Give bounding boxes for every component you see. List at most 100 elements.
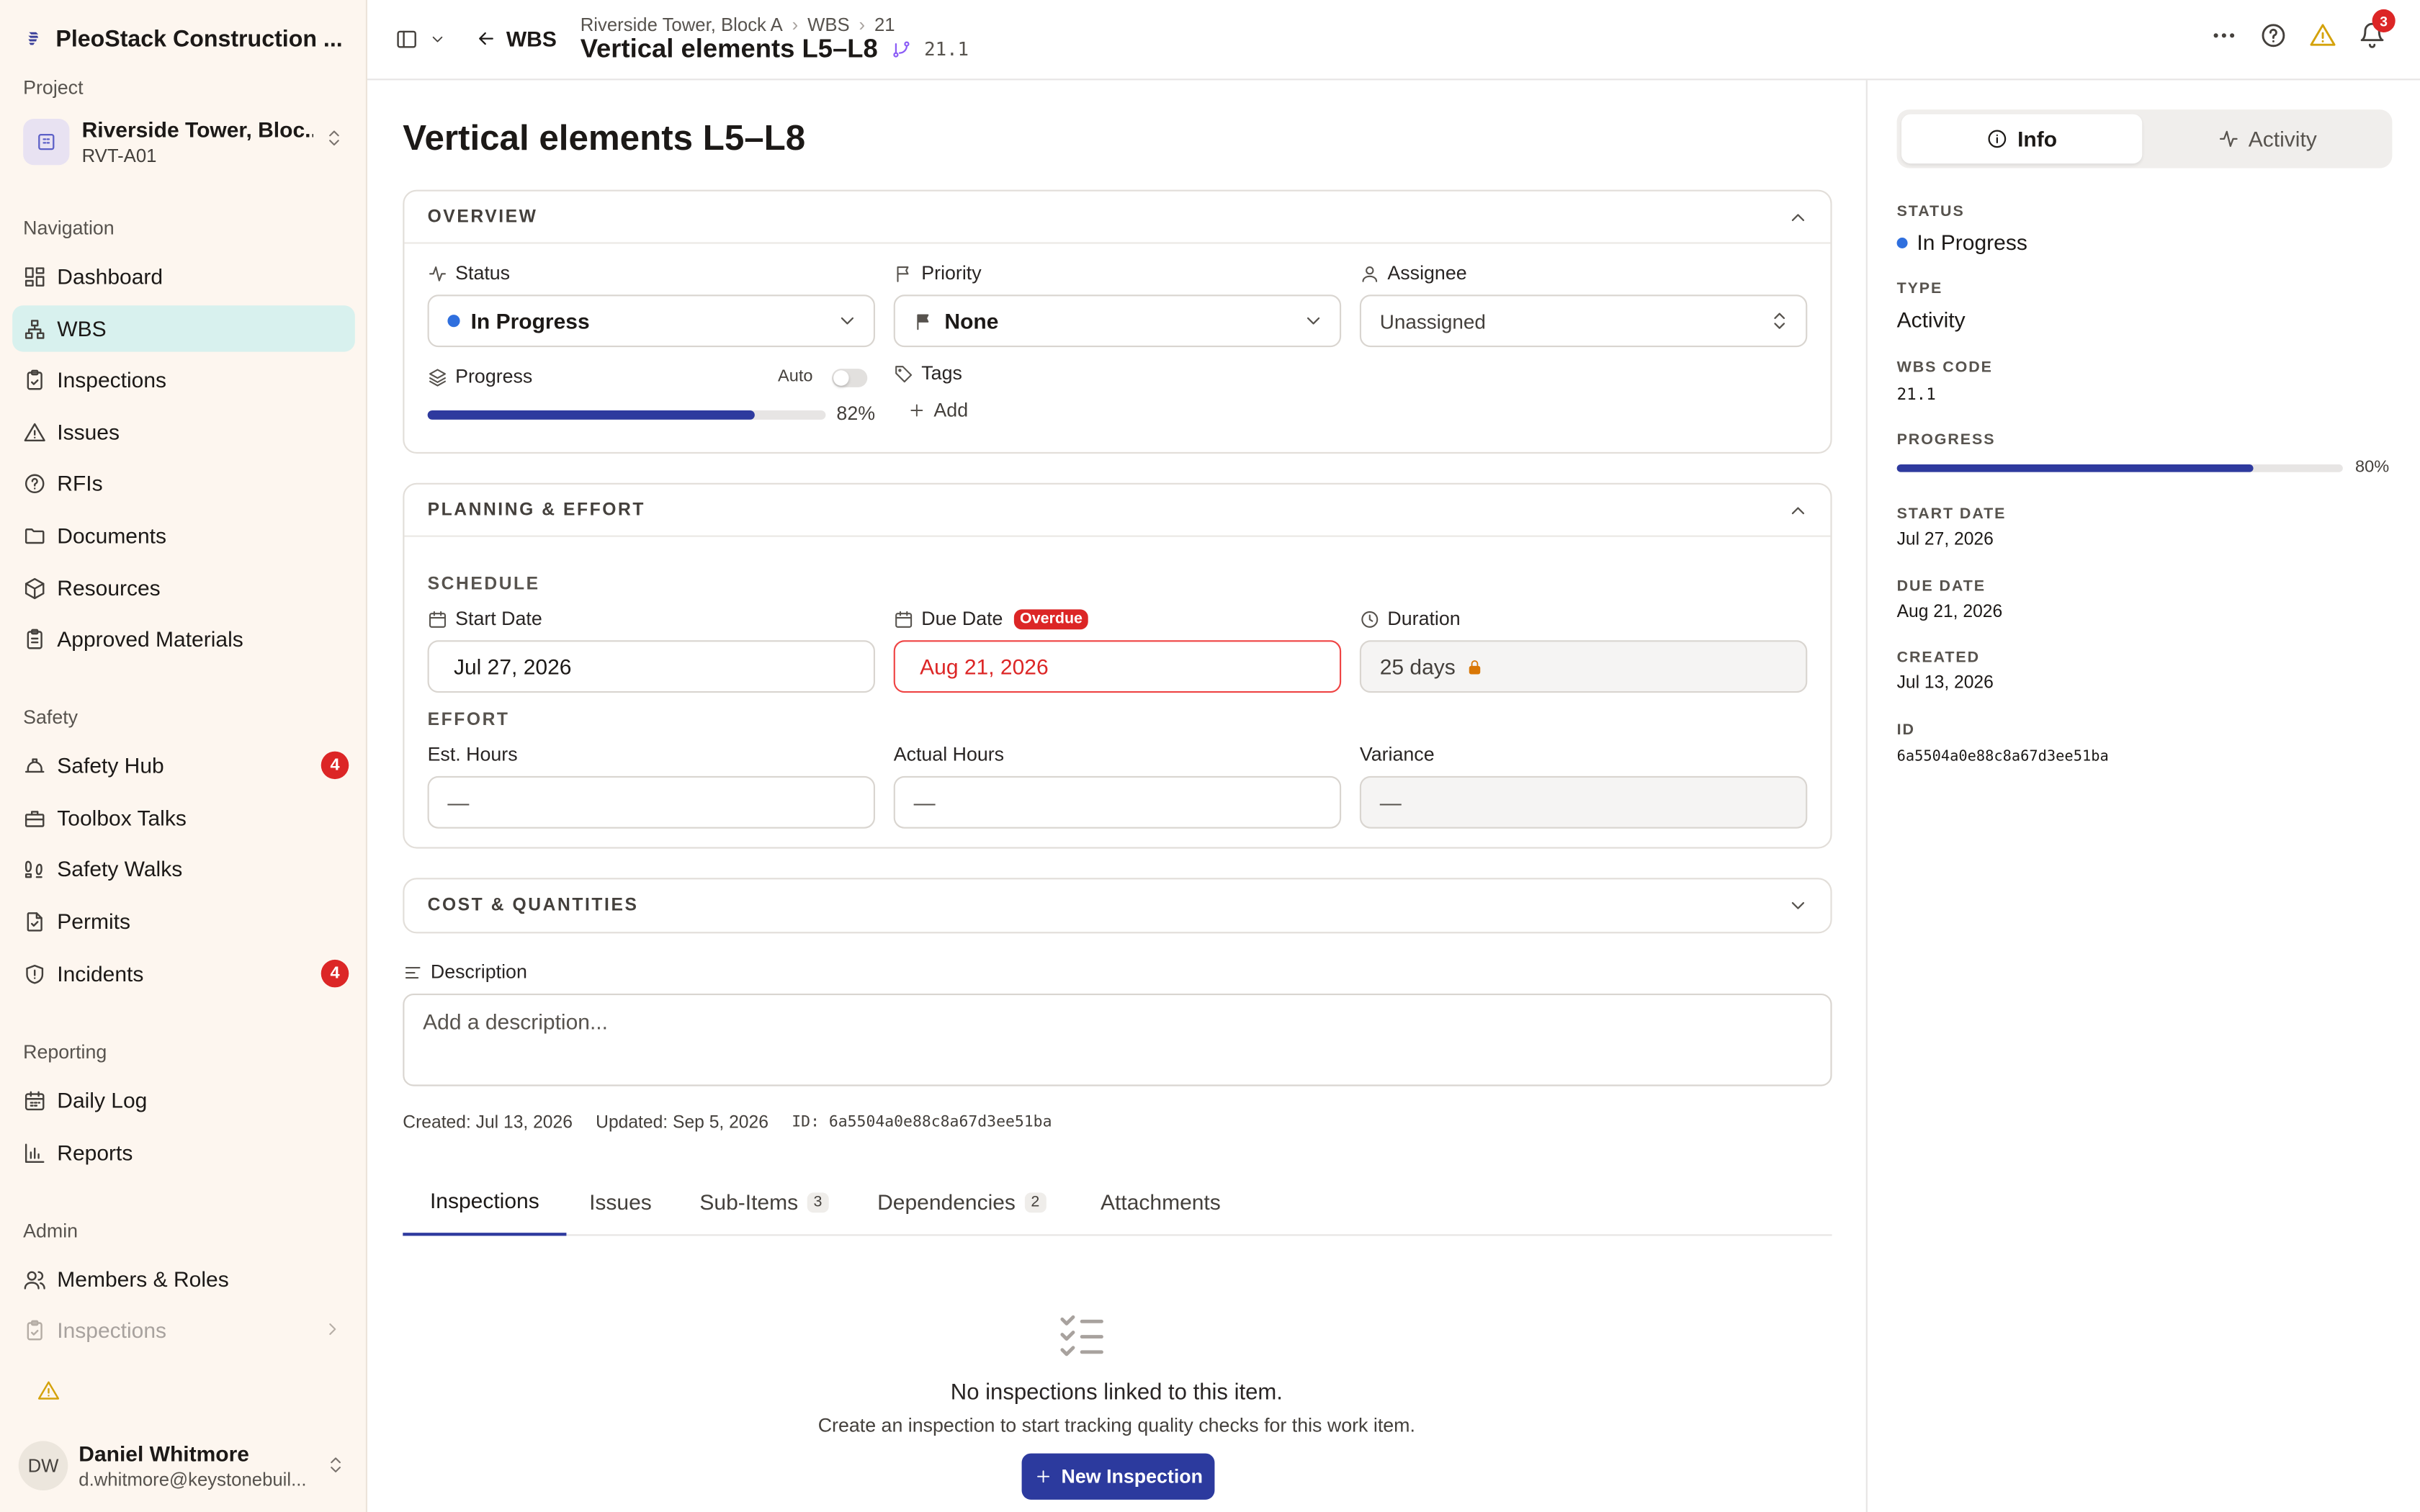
progress-label: Progress bbox=[428, 366, 532, 387]
org-switcher[interactable]: PleoStack Construction ... bbox=[26, 22, 343, 55]
est-hours-label: Est. Hours bbox=[427, 743, 518, 765]
activity-icon bbox=[429, 265, 446, 281]
sidebar-item-safety-hub[interactable]: Safety Hub 4 bbox=[12, 742, 355, 788]
description-input[interactable]: Add a description... bbox=[403, 994, 1832, 1086]
est-hours-input[interactable]: — bbox=[427, 775, 875, 829]
sidebar-item-inspections[interactable]: Inspections bbox=[12, 356, 355, 402]
logo-icon bbox=[28, 32, 39, 45]
new-inspection-button[interactable]: New Inspection bbox=[1021, 1453, 1215, 1500]
due-date-input[interactable]: Aug 21, 2026 bbox=[893, 640, 1342, 693]
planning-header[interactable]: PLANNING & EFFORT bbox=[404, 485, 1831, 537]
actual-hours-input[interactable]: — bbox=[893, 775, 1342, 829]
shield-alert-icon bbox=[26, 963, 44, 984]
progress-bar[interactable] bbox=[427, 410, 826, 420]
overview-header[interactable]: OVERVIEW bbox=[404, 192, 1831, 244]
auto-progress-label: Auto bbox=[778, 366, 813, 386]
assignee-select[interactable]: Unassigned bbox=[1359, 294, 1808, 348]
variance-label: Variance bbox=[1359, 743, 1435, 765]
sidebar-item-documents[interactable]: Documents bbox=[12, 512, 355, 558]
tab-sub-items[interactable]: Sub-Items 3 bbox=[684, 1168, 844, 1236]
project-switcher[interactable]: Riverside Tower, Bloc... RVT-A01 bbox=[23, 111, 350, 173]
sidebar-item-admin-inspections[interactable]: Inspections bbox=[12, 1307, 355, 1353]
breadcrumb-separator: › bbox=[792, 14, 799, 36]
tags-label: Tags bbox=[894, 363, 962, 384]
overdue-badge: Overdue bbox=[1013, 608, 1089, 629]
warning-icon[interactable] bbox=[37, 1380, 60, 1403]
panel-progress-bar bbox=[1896, 464, 2343, 472]
id-meta: ID: 6a5504a0e88c8a67d3ee51ba bbox=[792, 1114, 1052, 1131]
sidebar-item-members-roles[interactable]: Members & Roles bbox=[12, 1256, 355, 1302]
tab-info[interactable]: Info bbox=[1901, 114, 2143, 164]
status-dot bbox=[1896, 236, 1908, 248]
lock-icon bbox=[1469, 660, 1481, 674]
start-date-label: Start Date bbox=[428, 608, 542, 629]
sidebar-item-incidents[interactable]: Incidents 4 bbox=[12, 950, 355, 996]
sidebar-item-toolbox-talks[interactable]: Toolbox Talks bbox=[12, 795, 355, 841]
sidebar-item-permits[interactable]: Permits bbox=[12, 898, 355, 944]
safety-hub-badge: 4 bbox=[321, 751, 349, 780]
tab-attachments[interactable]: Attachments bbox=[1079, 1168, 1242, 1236]
breadcrumb: Riverside Tower, Block A › WBS › 21 bbox=[581, 14, 895, 35]
breadcrumb-separator: › bbox=[859, 14, 866, 36]
avatar: DW bbox=[18, 1441, 68, 1490]
sidebar-item-rfis[interactable]: RFIs bbox=[12, 460, 355, 506]
panel-type-value: Activity bbox=[1896, 307, 1966, 332]
calendar-icon bbox=[24, 1090, 45, 1110]
tab-dependencies[interactable]: Dependencies 2 bbox=[866, 1168, 1057, 1236]
nav-section-label: Navigation bbox=[23, 217, 115, 240]
tab-issues[interactable]: Issues bbox=[566, 1168, 674, 1236]
back-to-wbs-button[interactable]: WBS bbox=[475, 26, 557, 51]
start-date-input[interactable]: Jul 27, 2026 bbox=[427, 640, 875, 693]
overview-card: OVERVIEW Status In Progress Priority Non… bbox=[403, 189, 1832, 454]
sidebar-item-reports[interactable]: Reports bbox=[12, 1130, 355, 1176]
help-circle-icon[interactable] bbox=[2259, 22, 2287, 50]
info-icon bbox=[1988, 130, 2007, 148]
notifications-button[interactable]: 3 bbox=[2358, 9, 2396, 50]
cost-card[interactable]: COST & QUANTITIES bbox=[403, 878, 1832, 934]
sidebar-item-daily-log[interactable]: Daily Log bbox=[12, 1077, 355, 1123]
dependencies-count: 2 bbox=[1024, 1192, 1046, 1212]
user-menu[interactable]: DW Daniel Whitmore d.whitmore@keystonebu… bbox=[18, 1435, 352, 1497]
main-area: WBS Riverside Tower, Block A › WBS › 21 … bbox=[367, 0, 2420, 1512]
breadcrumb-parent[interactable]: 21 bbox=[874, 14, 895, 35]
tab-activity[interactable]: Activity bbox=[2147, 114, 2388, 164]
add-tag-button[interactable]: Add bbox=[908, 400, 968, 421]
breadcrumb-wbs[interactable]: WBS bbox=[807, 14, 850, 35]
more-horizontal-icon[interactable] bbox=[2210, 22, 2238, 50]
sidebar-item-resources[interactable]: Resources bbox=[12, 564, 355, 611]
calendar-icon bbox=[429, 610, 446, 627]
panel-progress-fill bbox=[1896, 464, 2254, 472]
chevron-down-icon[interactable] bbox=[429, 31, 447, 48]
admin-section-label: Admin bbox=[23, 1220, 79, 1242]
sidebar-item-issues[interactable]: Issues bbox=[12, 409, 355, 455]
chevrons-up-down-icon bbox=[1774, 312, 1785, 329]
warning-icon[interactable] bbox=[2309, 22, 2337, 50]
folder-icon bbox=[24, 527, 45, 544]
footprints-icon bbox=[24, 860, 42, 878]
chevron-up-icon bbox=[1791, 507, 1805, 515]
auto-progress-toggle[interactable] bbox=[832, 369, 868, 387]
page-title: Vertical elements L5–L8 bbox=[403, 117, 806, 158]
user-icon bbox=[1362, 265, 1378, 282]
priority-select[interactable]: None bbox=[893, 294, 1342, 348]
panel-created-label: CREATED bbox=[1896, 649, 1981, 667]
assignee-label: Assignee bbox=[1360, 262, 1467, 284]
breadcrumb-project[interactable]: Riverside Tower, Block A bbox=[581, 14, 783, 35]
hierarchy-icon bbox=[24, 319, 45, 338]
sidebar-item-wbs[interactable]: WBS bbox=[12, 305, 355, 352]
package-icon bbox=[24, 577, 45, 599]
tab-inspections[interactable]: Inspections bbox=[403, 1168, 567, 1236]
sidebar-item-approved-materials[interactable]: Approved Materials bbox=[12, 616, 355, 662]
duration-field: 25 days bbox=[1359, 640, 1808, 693]
header-wbs-code: 21.1 bbox=[924, 38, 969, 60]
panel-type-label: TYPE bbox=[1896, 281, 1943, 298]
duration-label: Duration bbox=[1360, 608, 1461, 629]
sidebar: PleoStack Construction ... Project River… bbox=[0, 0, 367, 1512]
sidebar-toggle-icon[interactable] bbox=[395, 28, 418, 51]
status-select[interactable]: In Progress bbox=[427, 294, 875, 348]
cost-header[interactable]: COST & QUANTITIES bbox=[404, 879, 1830, 932]
sidebar-item-safety-walks[interactable]: Safety Walks bbox=[12, 845, 355, 891]
effort-label: EFFORT bbox=[427, 711, 510, 730]
sidebar-item-dashboard[interactable]: Dashboard bbox=[12, 253, 355, 299]
panel-progress-percent: 80% bbox=[2355, 458, 2390, 477]
